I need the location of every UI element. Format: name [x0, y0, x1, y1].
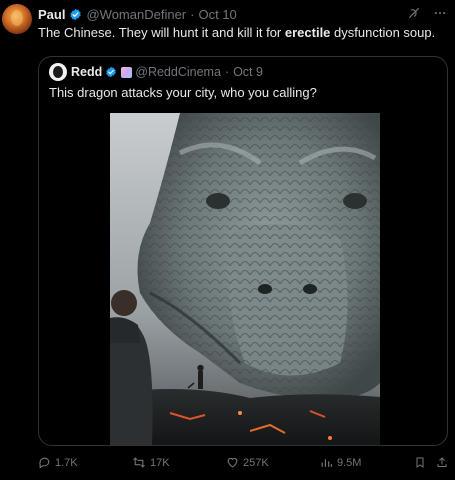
tweet-text-part: The Chinese. They will hunt it and kill … [38, 25, 285, 40]
verified-icon [106, 66, 116, 78]
author-handle[interactable]: @WomanDefiner [86, 7, 186, 22]
reply-icon [39, 457, 50, 469]
separator-dot: · [190, 6, 195, 22]
bookmark-action[interactable] [414, 456, 426, 469]
quoted-avatar[interactable] [49, 63, 67, 81]
tweet-header: Paul @WomanDefiner · Oct 10 [38, 6, 237, 22]
affiliate-badge-icon [121, 66, 133, 78]
more-icon[interactable] [433, 6, 447, 20]
views-icon [321, 459, 332, 467]
like-count: 257K [243, 456, 269, 469]
bookmark-icon [416, 457, 424, 468]
views-action[interactable]: 9.5M [320, 456, 361, 469]
tweet[interactable]: Paul @WomanDefiner · Oct 10 The Chinese.… [0, 0, 455, 480]
tweet-text: The Chinese. They will hunt it and kill … [38, 24, 448, 41]
quoted-header: Redd @ReddCinema · Oct 9 [49, 63, 263, 81]
separator-dot: · [224, 65, 230, 79]
repost-icon [133, 457, 145, 468]
reply-count: 1.7K [55, 456, 78, 469]
tweet-text-part: dysfunction soup. [330, 25, 436, 40]
author-avatar[interactable] [2, 4, 32, 34]
reply-action[interactable]: 1.7K [38, 456, 78, 469]
tweet-text-bold: erectile [284, 25, 331, 40]
repost-count: 17K [150, 456, 170, 469]
quoted-text: This dragon attacks your city, who you c… [49, 85, 317, 100]
tweet-actions: 1.7K 17K 257K 9.5M [38, 456, 450, 474]
grok-icon[interactable] [407, 6, 421, 20]
dragon-illustration [110, 113, 380, 445]
quoted-tweet[interactable]: Redd @ReddCinema · Oct 9 This dragon att… [38, 56, 448, 446]
views-count: 9.5M [337, 456, 362, 469]
dragon-image[interactable] [110, 113, 380, 445]
verified-icon [70, 8, 82, 20]
quoted-author-name[interactable]: Redd [71, 65, 102, 79]
share-action[interactable] [436, 456, 448, 469]
quoted-date[interactable]: Oct 9 [233, 65, 263, 79]
like-action[interactable]: 257K [226, 456, 269, 469]
quoted-handle[interactable]: @ReddCinema [135, 65, 221, 79]
like-icon [227, 457, 238, 468]
tweet-date[interactable]: Oct 10 [198, 7, 236, 22]
repost-action[interactable]: 17K [132, 456, 170, 469]
share-icon [437, 457, 447, 467]
tweet-top-icons [407, 6, 447, 20]
author-name[interactable]: Paul [38, 7, 65, 22]
